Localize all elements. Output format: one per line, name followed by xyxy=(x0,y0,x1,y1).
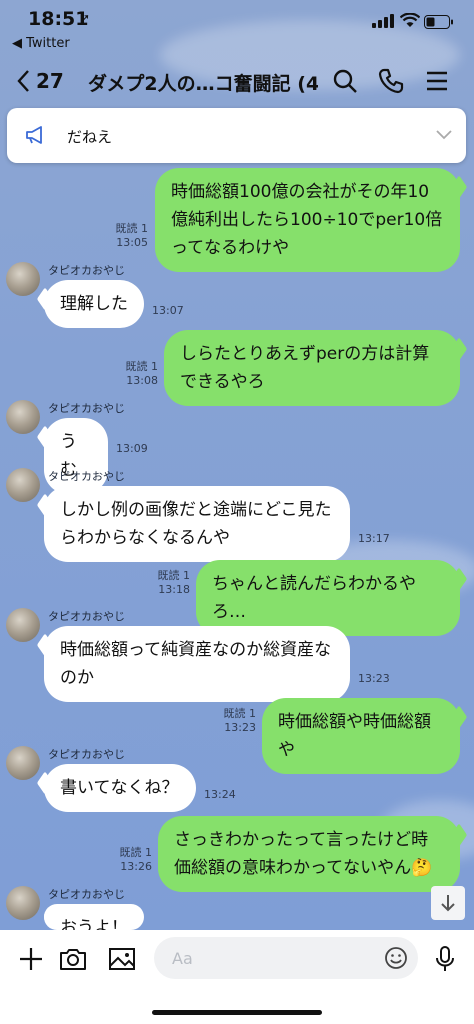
sender-name: タピオカおやじ xyxy=(48,610,125,623)
message-input[interactable]: Aa xyxy=(154,937,418,979)
read-receipt: 既読 1 xyxy=(157,569,191,582)
megaphone-icon xyxy=(26,126,42,144)
back-to-app-link[interactable]: ◀ Twitter xyxy=(12,36,70,51)
received-message[interactable]: しかし例の画像だと途端にどこ見たらわからなくなるんや xyxy=(44,486,350,562)
read-receipt: 既読 1 xyxy=(125,360,159,373)
scroll-to-bottom-button[interactable] xyxy=(431,886,465,920)
chevron-left-icon xyxy=(17,70,29,92)
message-time: 13:09 xyxy=(116,442,148,455)
wifi-icon xyxy=(400,13,420,27)
plus-icon[interactable] xyxy=(16,944,46,974)
sender-name: タピオカおやじ xyxy=(48,888,125,901)
sent-message[interactable]: しらたとりあえずperの方は計算できるやろ xyxy=(164,330,460,406)
received-message[interactable]: おうよ！ xyxy=(44,904,144,930)
avatar[interactable] xyxy=(6,608,40,642)
camera-icon[interactable] xyxy=(58,944,88,974)
message-input-bar: Aa xyxy=(0,930,474,1024)
received-message[interactable]: 書いてなくね？ xyxy=(44,764,196,812)
avatar[interactable] xyxy=(6,400,40,434)
read-receipt: 既読 1 xyxy=(119,846,153,859)
message-time: 13:24 xyxy=(204,788,236,801)
input-placeholder: Aa xyxy=(172,949,193,968)
emoji-icon[interactable] xyxy=(384,946,408,970)
battery-icon xyxy=(424,15,453,29)
sender-name: タピオカおやじ xyxy=(48,264,125,277)
message-time: 13:23 xyxy=(358,672,390,685)
sender-name: タピオカおやじ xyxy=(48,470,125,483)
announcement-text: だねえ xyxy=(67,128,113,146)
message-time: 13:07 xyxy=(152,304,184,317)
microphone-icon[interactable] xyxy=(430,944,460,974)
chat-header: 27 ダメプ2人の…コ奮闘記 (4) xyxy=(0,58,474,104)
message-time: 13:05 xyxy=(116,236,148,249)
avatar[interactable] xyxy=(6,746,40,780)
chevron-down-icon[interactable] xyxy=(435,129,453,141)
message-time: 13:23 xyxy=(224,721,256,734)
sent-message[interactable]: 時価総額100億の会社がその年10億純利出したら100÷10でper10倍ってな… xyxy=(155,168,460,272)
message-time: 13:26 xyxy=(120,860,152,873)
status-bar: 18:51 ➚ ◀ Twitter xyxy=(0,0,474,58)
avatar[interactable] xyxy=(6,468,40,502)
location-arrow-icon: ➚ xyxy=(80,11,91,25)
received-message[interactable]: 理解した xyxy=(44,280,144,328)
message-time: 13:18 xyxy=(158,583,190,596)
unread-count: 27 xyxy=(36,69,64,93)
avatar[interactable] xyxy=(6,262,40,296)
phone-icon[interactable] xyxy=(376,66,406,96)
message-time: 13:08 xyxy=(126,374,158,387)
received-message[interactable]: 時価総額って純資産なのか総資産なのか xyxy=(44,626,350,702)
sender-name: タピオカおやじ xyxy=(48,748,125,761)
chat-title: ダメプ2人の…コ奮闘記 (4) xyxy=(88,73,318,95)
signal-icon xyxy=(372,14,394,28)
read-receipt: 既読 1 xyxy=(223,707,257,720)
sent-message[interactable]: さっきわかったって言ったけど時価総額の意味わかってないやん🤔 xyxy=(158,816,460,892)
announcement-banner[interactable]: だねえ xyxy=(7,108,466,163)
message-time: 13:17 xyxy=(358,532,390,545)
home-indicator xyxy=(152,1010,322,1015)
sent-message[interactable]: 時価総額や時価総額や xyxy=(262,698,460,774)
sent-message[interactable]: ちゃんと読んだらわかるやろ… xyxy=(196,560,460,636)
image-icon[interactable] xyxy=(107,944,137,974)
search-icon[interactable] xyxy=(330,66,360,96)
sender-name: タピオカおやじ xyxy=(48,402,125,415)
arrow-down-icon xyxy=(441,895,455,912)
read-receipt: 既読 1 xyxy=(115,222,149,235)
menu-icon[interactable] xyxy=(422,66,452,96)
back-button[interactable]: 27 xyxy=(16,66,76,96)
avatar[interactable] xyxy=(6,886,40,920)
